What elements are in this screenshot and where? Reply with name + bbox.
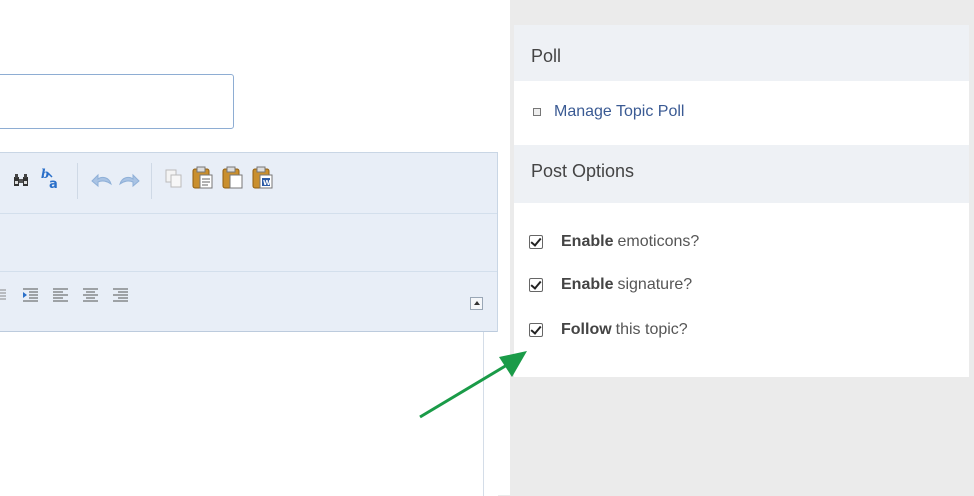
sidebar: Poll Manage Topic Poll Post Options Enab… — [514, 25, 969, 495]
option-bold-text: Follow — [561, 321, 612, 338]
copy-icon[interactable] — [164, 168, 184, 190]
toolbar-separator — [77, 163, 78, 199]
redo-icon[interactable] — [118, 172, 140, 188]
option-text: signature? — [617, 276, 693, 293]
topic-title-input[interactable] — [0, 74, 234, 129]
follow-topic-checkbox[interactable] — [529, 323, 543, 337]
poll-heading: Poll — [514, 25, 969, 81]
paste-icon[interactable] — [192, 166, 214, 190]
option-text: this topic? — [615, 321, 688, 338]
option-follow-topic[interactable]: Follow this topic? — [529, 321, 688, 339]
bullet-icon — [533, 108, 541, 116]
align-center-icon[interactable] — [83, 288, 99, 302]
toolbar-row-2 — [0, 213, 497, 272]
option-bold-text: Enable — [561, 233, 614, 250]
align-right-icon[interactable] — [113, 288, 129, 302]
toolbar-row-1: b a W — [0, 153, 497, 214]
toolbar-collapse-button[interactable] — [470, 297, 483, 310]
post-options-section: Enable emoticons? Enable signature? Foll… — [514, 203, 969, 377]
emoticons-checkbox[interactable] — [529, 235, 543, 249]
toolbar-separator — [151, 163, 152, 199]
post-options-heading: Post Options — [514, 145, 969, 203]
option-bold-text: Enable — [561, 276, 614, 293]
annotation-arrow-icon — [419, 351, 527, 419]
option-enable-signature[interactable]: Enable signature? — [529, 276, 692, 294]
paste-word-icon[interactable]: W — [252, 166, 274, 190]
undo-icon[interactable] — [91, 172, 113, 188]
list-icon[interactable] — [0, 288, 8, 302]
replace-icon[interactable]: b a — [40, 167, 64, 191]
svg-text:W: W — [263, 179, 271, 187]
option-text: emoticons? — [617, 233, 700, 250]
manage-topic-poll-link[interactable]: Manage Topic Poll — [533, 103, 684, 121]
indent-icon[interactable] — [23, 288, 39, 302]
signature-checkbox[interactable] — [529, 278, 543, 292]
align-left-icon[interactable] — [53, 288, 69, 302]
option-enable-emoticons[interactable]: Enable emoticons? — [529, 233, 699, 251]
editor-content-area[interactable] — [0, 332, 483, 496]
find-icon[interactable] — [12, 172, 30, 188]
manage-topic-poll-label: Manage Topic Poll — [554, 103, 685, 120]
toolbar-row-3 — [0, 271, 497, 332]
paste-text-icon[interactable] — [222, 166, 244, 190]
rich-text-editor: b a W — [0, 152, 498, 496]
svg-text:a: a — [49, 177, 58, 191]
poll-section: Manage Topic Poll — [514, 81, 969, 145]
